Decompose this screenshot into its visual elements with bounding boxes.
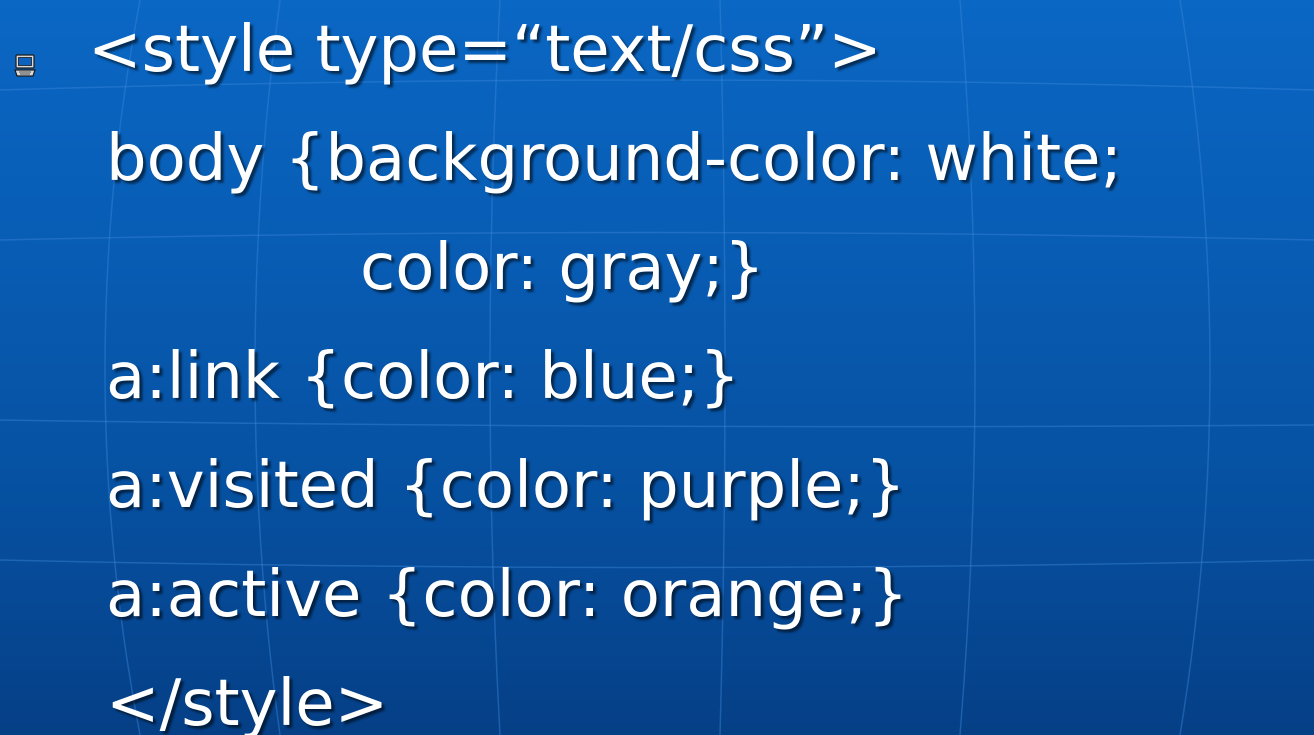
body-color-line: color: gray;} <box>360 231 765 305</box>
style-open-tag: <style type=“text/css”> <box>88 13 882 87</box>
active-rule-line: a:active {color: orange;} <box>106 558 909 632</box>
body-rule-line: body {background-color: white; <box>106 122 1123 196</box>
computer-icon <box>14 54 36 78</box>
visited-rule-line: a:visited {color: purple;} <box>106 449 906 523</box>
slide: { "slide": { "lines": [ "<style type=“te… <box>0 0 1314 735</box>
link-rule-line: a:link {color: blue;} <box>106 340 741 414</box>
style-close-tag: </style> <box>106 667 389 735</box>
